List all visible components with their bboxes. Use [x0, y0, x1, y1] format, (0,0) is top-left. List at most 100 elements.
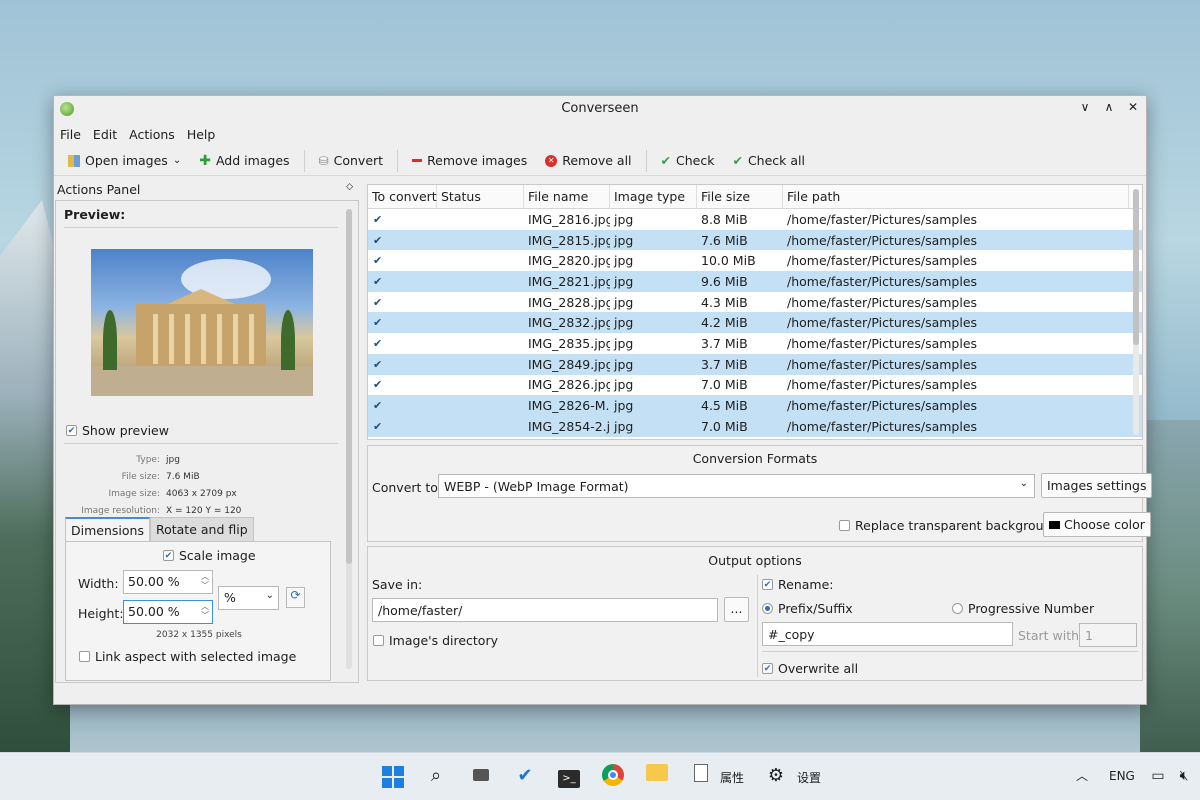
- task-view-icon[interactable]: [469, 764, 493, 788]
- column-image-type[interactable]: Image type: [610, 185, 697, 208]
- format-select[interactable]: WEBP - (WebP Image Format) ⌄: [438, 474, 1035, 498]
- prefix-suffix-radio[interactable]: Prefix/Suffix: [762, 601, 853, 616]
- table-row[interactable]: ✔ IMG_2826.jpg jpg 7.0 MiB/home/faster/Pict…: [368, 375, 1142, 396]
- search-icon[interactable]: ⌕: [424, 764, 448, 788]
- row-image-type: jpg: [614, 211, 634, 227]
- row-checkbox[interactable]: ✔: [368, 213, 437, 226]
- table-row[interactable]: ✔ IMG_2815.jpg jpg 7.6 MiB/home/faster/Pict…: [368, 229, 1142, 251]
- column-status[interactable]: Status: [437, 185, 524, 208]
- settings-gear-icon[interactable]: ⚙: [764, 764, 788, 788]
- row-checkbox[interactable]: ✔: [368, 378, 437, 391]
- panel-scrollbar[interactable]: [346, 209, 352, 669]
- column-to-convert[interactable]: To convert: [368, 185, 437, 208]
- divider: [762, 651, 1138, 652]
- row-checkbox[interactable]: ✔: [368, 275, 437, 288]
- menu-bar: File Edit Actions Help: [54, 122, 1146, 146]
- table-scrollbar[interactable]: [1133, 189, 1139, 435]
- row-file-name: IMG_2832.jpg: [528, 315, 610, 331]
- unit-select[interactable]: % ⌄: [218, 586, 279, 610]
- language-indicator[interactable]: ENG: [1109, 769, 1135, 783]
- properties-app-icon[interactable]: [689, 764, 713, 788]
- table-header: To convert Status File name Image type F…: [368, 185, 1142, 209]
- chevron-up-icon[interactable]: ︿: [1070, 764, 1094, 788]
- row-checkbox[interactable]: ✔: [368, 254, 437, 267]
- minimize-button[interactable]: ∨: [1078, 100, 1092, 114]
- menu-actions[interactable]: Actions: [129, 127, 175, 142]
- progressive-number-radio[interactable]: Progressive Number: [952, 601, 1094, 616]
- row-checkbox[interactable]: ✔: [368, 399, 437, 412]
- images-directory-checkbox[interactable]: Image's directory: [373, 633, 498, 648]
- link-aspect-checkbox[interactable]: Link aspect with selected image: [79, 649, 296, 664]
- menu-edit[interactable]: Edit: [93, 127, 117, 142]
- table-row[interactable]: ✔ IMG_2849.jpg jpg 3.7 MiB/home/faster/Pict…: [368, 353, 1142, 375]
- row-checkbox[interactable]: ✔: [368, 316, 437, 329]
- check-button[interactable]: ✔ Check: [655, 151, 721, 170]
- table-row[interactable]: ✔ IMG_2820.jpg jpg 10.0 MiB/home/faster/Pic…: [368, 250, 1142, 271]
- maximize-button[interactable]: ∧: [1102, 100, 1116, 114]
- table-row[interactable]: ✔ IMG_2816.jpg jpg 8.8 MiB/home/faster/Pict…: [368, 209, 1142, 230]
- chrome-icon[interactable]: [601, 764, 625, 788]
- row-file-size: 7.0 MiB: [701, 418, 748, 434]
- divider: [757, 575, 758, 677]
- images-settings-button[interactable]: Images settings: [1041, 473, 1153, 498]
- link-ratio-button[interactable]: ⟳: [286, 587, 305, 608]
- tab-dimensions[interactable]: Dimensions: [65, 517, 150, 543]
- add-images-button[interactable]: ✚ Add images: [193, 151, 295, 171]
- row-file-name: IMG_2815.jpg: [528, 232, 610, 248]
- table-body: ✔ IMG_2816.jpg jpg 8.8 MiB/home/faster/Pict…: [368, 209, 1142, 437]
- open-images-button[interactable]: Open images ⌄: [62, 151, 187, 170]
- windows-start-icon[interactable]: [380, 764, 404, 788]
- conversion-formats-title: Conversion Formats: [692, 451, 818, 466]
- show-preview-checkbox[interactable]: ✔ Show preview: [66, 423, 169, 438]
- settings-app-label[interactable]: 设置: [797, 769, 821, 786]
- row-image-type: jpg: [614, 315, 634, 331]
- menu-file[interactable]: File: [60, 127, 81, 142]
- tab-rotate-and-flip[interactable]: Rotate and flip: [149, 517, 254, 543]
- title-bar: Converseen ∨ ∧ ✕: [54, 96, 1146, 122]
- properties-app-label[interactable]: 属性: [720, 769, 744, 786]
- row-checkbox[interactable]: ✔: [368, 234, 437, 247]
- suffix-field[interactable]: #_copy: [762, 622, 1013, 646]
- remove-images-button[interactable]: Remove images: [406, 151, 533, 170]
- overwrite-all-checkbox[interactable]: ✔ Overwrite all: [762, 661, 858, 676]
- network-icon[interactable]: ▭: [1146, 764, 1170, 788]
- remove-all-button[interactable]: ✕ Remove all: [539, 151, 637, 170]
- table-row[interactable]: ✔ IMG_2828.jpg jpg 4.3 MiB/home/faster/Pict…: [368, 292, 1142, 313]
- float-panel-icon[interactable]: ◇: [346, 182, 353, 192]
- row-image-type: jpg: [614, 377, 634, 393]
- start-with-spinbox[interactable]: 1: [1079, 623, 1137, 647]
- plus-icon: ✚: [199, 152, 211, 169]
- table-row[interactable]: ✔ IMG_2832.jpg jpg 4.2 MiB/home/faster/Pict…: [368, 312, 1142, 334]
- table-row[interactable]: ✔ IMG_2835.jpg jpg 3.7 MiB/home/faster/Pict…: [368, 333, 1142, 354]
- row-checkbox[interactable]: ✔: [368, 296, 437, 309]
- check-all-button[interactable]: ✔ Check all: [726, 151, 811, 170]
- browse-button[interactable]: ...: [724, 597, 749, 622]
- column-file-path[interactable]: File path: [783, 185, 1129, 208]
- scale-image-checkbox[interactable]: ✔ Scale image: [163, 548, 256, 563]
- convert-button[interactable]: ⛁ Convert: [313, 151, 390, 170]
- file-explorer-icon[interactable]: [645, 764, 669, 788]
- column-file-size[interactable]: File size: [697, 185, 783, 208]
- menu-help[interactable]: Help: [187, 127, 216, 142]
- row-checkbox[interactable]: ✔: [368, 420, 437, 433]
- terminal-icon[interactable]: >_: [557, 764, 581, 788]
- row-file-path: /home/faster/Pictures/samples: [787, 253, 978, 269]
- column-file-name[interactable]: File name: [524, 185, 610, 208]
- close-button[interactable]: ✕: [1126, 100, 1140, 114]
- replace-background-checkbox[interactable]: Replace transparent background: [839, 518, 1059, 533]
- todo-app-icon[interactable]: ✔: [513, 764, 537, 788]
- rename-checkbox[interactable]: ✔ Rename:: [762, 577, 833, 592]
- choose-color-button[interactable]: Choose color: [1043, 512, 1151, 537]
- table-row[interactable]: ✔ IMG_2821.jpg jpg 9.6 MiB/home/faster/Pict…: [368, 271, 1142, 292]
- width-spinbox[interactable]: 50.00 % ︿ ﹀: [123, 570, 213, 594]
- table-row[interactable]: ✔ IMG_2854-2.j...jpg 7.0 MiB/home/faster/P…: [368, 415, 1142, 437]
- table-row[interactable]: ✔ IMG_2826-M... jpg 4.5 MiB/home/faster/Pic…: [368, 395, 1142, 416]
- volume-muted-icon[interactable]: 🔇︎: [1172, 764, 1196, 788]
- row-checkbox[interactable]: ✔: [368, 337, 437, 350]
- save-in-field[interactable]: /home/faster/: [372, 598, 718, 622]
- spin-arrows-icon[interactable]: ︿ ﹀: [201, 572, 209, 590]
- spin-arrows-icon[interactable]: ︿ ﹀: [201, 602, 209, 620]
- row-file-size: 9.6 MiB: [701, 273, 748, 289]
- height-spinbox[interactable]: 50.00 % ︿ ﹀: [123, 600, 213, 624]
- row-checkbox[interactable]: ✔: [368, 358, 437, 371]
